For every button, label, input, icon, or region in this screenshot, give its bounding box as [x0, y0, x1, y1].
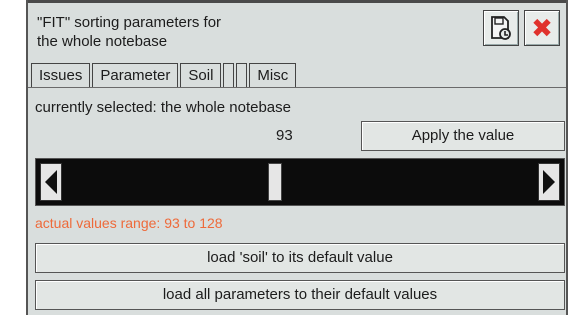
load-soil-default-button[interactable]: load 'soil' to its default value	[35, 243, 565, 273]
close-button[interactable]: ✖	[524, 10, 560, 46]
tab-divider	[28, 87, 566, 88]
load-all-defaults-button[interactable]: load all parameters to their default val…	[35, 280, 565, 310]
tab-issues[interactable]: Issues	[31, 63, 91, 87]
arrow-left-icon	[45, 170, 57, 194]
apply-value-button[interactable]: Apply the value	[361, 121, 565, 151]
tab-soil[interactable]: Soil	[180, 63, 222, 87]
window-top-border	[28, 0, 566, 3]
selection-label: currently selected: the whole notebase	[35, 99, 291, 116]
slider-increment-button[interactable]	[538, 163, 560, 201]
close-icon: ✖	[531, 13, 553, 43]
window-title: "FIT" sorting parameters for the whole n…	[37, 14, 222, 50]
tab-misc[interactable]: Misc	[249, 63, 297, 87]
tab-unlabeled-1[interactable]	[223, 63, 235, 87]
value-slider[interactable]	[35, 158, 565, 206]
current-value: 93	[276, 127, 293, 144]
slider-decrement-button[interactable]	[40, 163, 62, 201]
arrow-right-icon	[543, 170, 555, 194]
tab-parameter[interactable]: Parameter	[92, 63, 179, 87]
save-icon	[491, 16, 511, 40]
slider-thumb[interactable]	[268, 163, 283, 201]
tab-unlabeled-2[interactable]	[236, 63, 248, 87]
save-button[interactable]	[483, 10, 519, 46]
fit-parameters-window: "FIT" sorting parameters for the whole n…	[26, 0, 568, 315]
values-range-label: actual values range: 93 to 128	[35, 215, 223, 231]
tab-bar: Issues Parameter Soil Misc	[31, 63, 298, 87]
